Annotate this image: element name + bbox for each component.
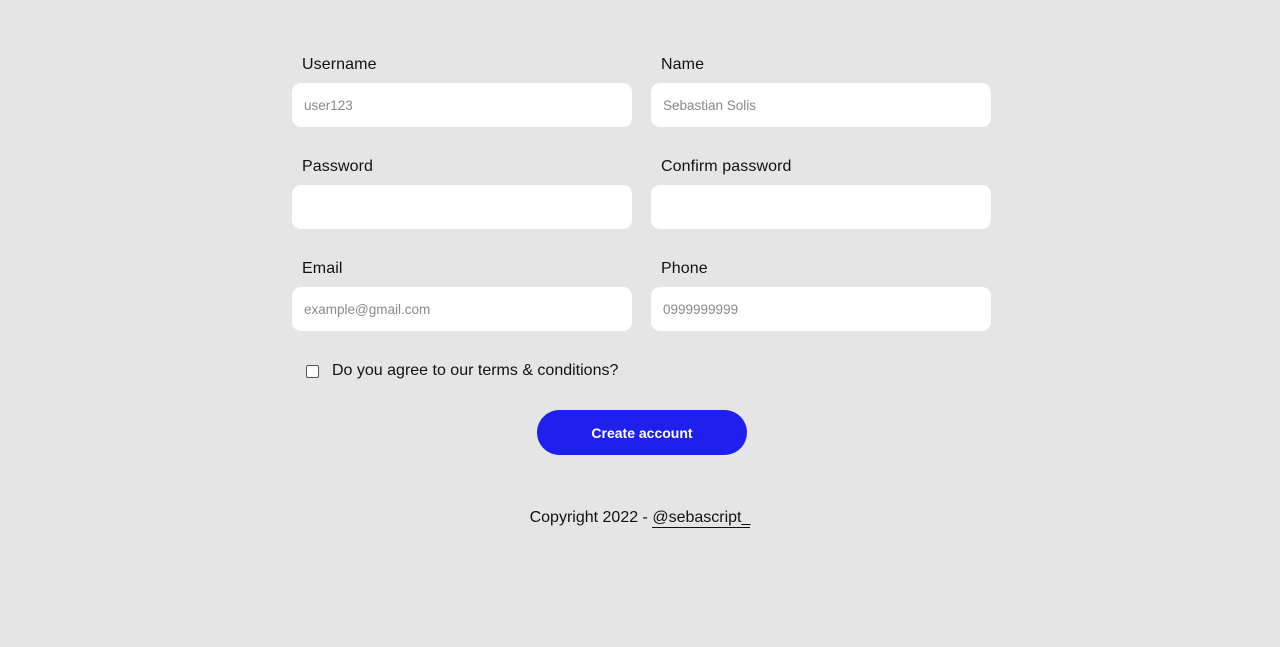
email-input[interactable] — [292, 287, 632, 331]
page: Username Name Password Confirm password … — [0, 0, 1280, 647]
terms-label[interactable]: Do you agree to our terms & conditions? — [332, 362, 618, 380]
phone-input[interactable] — [651, 287, 991, 331]
password-input[interactable] — [292, 185, 632, 229]
name-input[interactable] — [651, 83, 991, 127]
name-label: Name — [661, 56, 705, 73]
phone-label: Phone — [661, 260, 708, 277]
author-link[interactable]: @sebascript_ — [652, 509, 751, 528]
footer: Copyright 2022 - @sebascript_ — [0, 509, 1280, 528]
create-account-button[interactable]: Create account — [537, 410, 747, 455]
username-input[interactable] — [292, 83, 632, 127]
username-label: Username — [302, 56, 377, 73]
confirm-password-label: Confirm password — [661, 158, 792, 175]
confirm-password-input[interactable] — [651, 185, 991, 229]
password-label: Password — [302, 158, 374, 175]
copyright-text: Copyright 2022 - — [529, 509, 653, 526]
terms-checkbox[interactable] — [306, 364, 319, 378]
terms-row: Do you agree to our terms & conditions? — [306, 362, 618, 380]
email-label: Email — [302, 260, 343, 277]
